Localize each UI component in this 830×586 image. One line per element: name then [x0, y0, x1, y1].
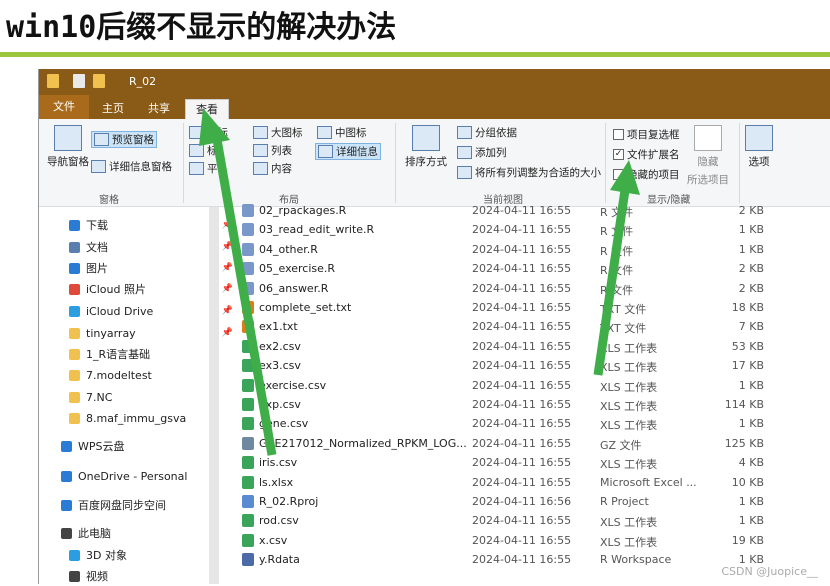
arrow-to-view-tab	[199, 108, 277, 456]
arrow-to-file-extensions	[593, 160, 640, 376]
annotation-arrows	[199, 108, 640, 456]
watermark: CSDN @Juopice__	[721, 565, 818, 578]
